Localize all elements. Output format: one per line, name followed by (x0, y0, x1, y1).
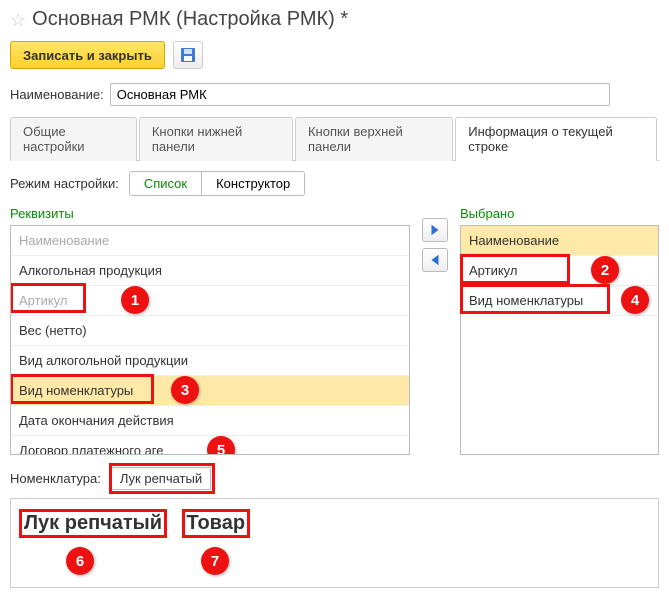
annotation-marker: 6 (66, 547, 94, 575)
attributes-column: Реквизиты Наименование Алкогольная проду… (10, 206, 410, 455)
list-item[interactable]: Дата окончания действия (11, 406, 409, 436)
nomenclature-value[interactable]: Лук репчатый (111, 467, 211, 490)
tab-current-row-info[interactable]: Информация о текущей строке (455, 117, 657, 161)
preview-text-2: Товар (182, 509, 251, 538)
list-item[interactable]: Вид номенклатуры 3 (11, 376, 409, 406)
selected-listbox[interactable]: Наименование Артикул 2 Вид номенклатуры … (460, 225, 659, 455)
name-input[interactable] (110, 83, 610, 106)
tab-top-buttons[interactable]: Кнопки верхней панели (295, 117, 453, 161)
floppy-disk-icon (180, 47, 196, 63)
list-item[interactable]: Вес (нетто) (11, 316, 409, 346)
toolbar: Записать и закрыть (10, 41, 659, 69)
list-item[interactable]: Наименование (461, 226, 658, 256)
move-buttons (420, 206, 450, 455)
annotation-marker: 1 (121, 286, 149, 314)
nomenclature-row: Номенклатура: Лук репчатый (10, 467, 659, 490)
mode-toggle: Список Конструктор (129, 171, 305, 196)
selected-title: Выбрано (460, 206, 659, 221)
list-item[interactable]: Алкогольная продукция (11, 256, 409, 286)
mode-row: Режим настройки: Список Конструктор (10, 171, 659, 196)
favorite-star-icon[interactable]: ☆ (10, 11, 26, 29)
annotation-marker: 2 (591, 256, 619, 284)
name-row: Наименование: (10, 83, 659, 106)
list-item[interactable]: Артикул 1 (11, 286, 409, 316)
preview-area: Лук репчатый Товар 6 7 (10, 498, 659, 588)
arrow-right-icon (428, 223, 442, 237)
mode-label: Режим настройки: (10, 176, 119, 191)
move-left-button[interactable] (422, 248, 448, 272)
list-item[interactable]: Наименование (11, 226, 409, 256)
attributes-title: Реквизиты (10, 206, 410, 221)
columns: Реквизиты Наименование Алкогольная проду… (10, 206, 659, 455)
title-bar: ☆ Основная РМК (Настройка РМК) * (10, 8, 659, 31)
selected-column: Выбрано Наименование Артикул 2 Вид номен… (460, 206, 659, 455)
tab-general[interactable]: Общие настройки (10, 117, 137, 161)
move-right-button[interactable] (422, 218, 448, 242)
page-title: Основная РМК (Настройка РМК) * (32, 8, 348, 31)
arrow-left-icon (428, 253, 442, 267)
list-item[interactable]: Вид номенклатуры 4 (461, 286, 658, 316)
name-label: Наименование: (10, 87, 104, 102)
mode-constructor-button[interactable]: Конструктор (201, 172, 304, 195)
preview-text-1: Лук репчатый (19, 509, 167, 538)
list-item[interactable]: Вид алкогольной продукции (11, 346, 409, 376)
mode-list-button[interactable]: Список (130, 172, 201, 195)
annotation-marker: 5 (207, 436, 235, 455)
annotation-marker: 4 (621, 286, 649, 314)
annotation-marker: 3 (171, 376, 199, 404)
list-item[interactable]: Артикул 2 (461, 256, 658, 286)
list-item[interactable]: Договор платежного аге 5 (11, 436, 409, 455)
attributes-listbox[interactable]: Наименование Алкогольная продукция Артик… (10, 225, 410, 455)
tab-bar: Общие настройки Кнопки нижней панели Кно… (10, 116, 659, 161)
save-and-close-button[interactable]: Записать и закрыть (10, 41, 165, 69)
annotation-marker: 7 (201, 547, 229, 575)
nomenclature-label: Номенклатура: (10, 471, 101, 486)
tab-bottom-buttons[interactable]: Кнопки нижней панели (139, 117, 293, 161)
save-button[interactable] (173, 41, 203, 69)
